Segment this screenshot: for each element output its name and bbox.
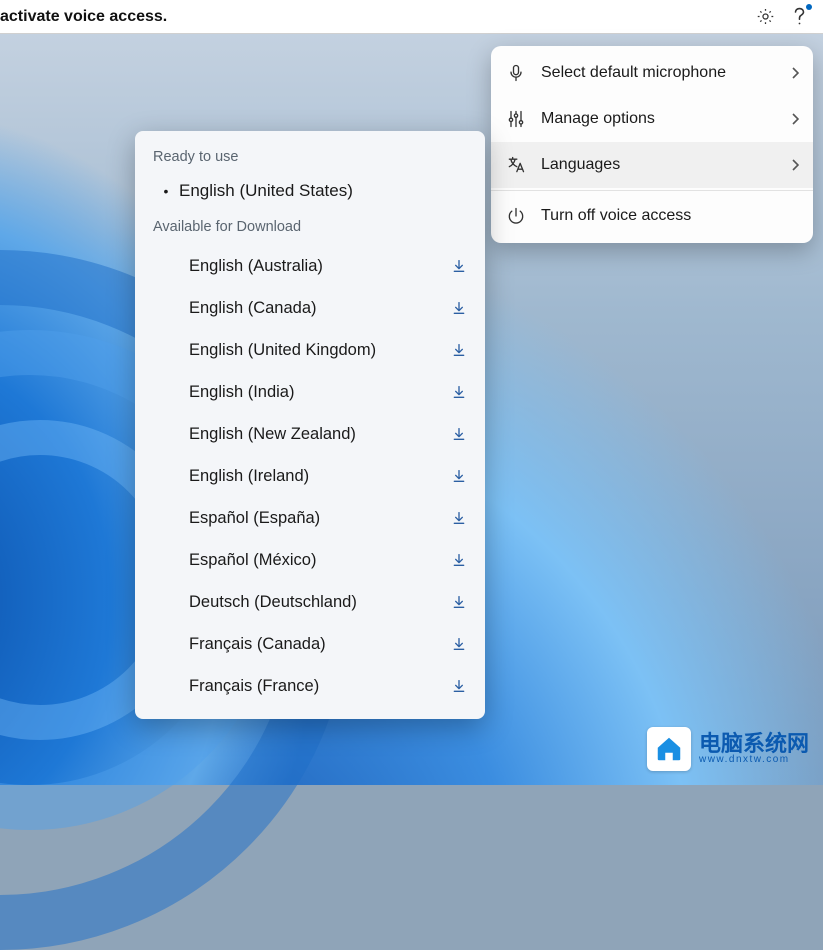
download-icon: [451, 342, 467, 358]
bullet-icon: •: [153, 183, 179, 199]
language-label: English (United Kingdom): [153, 341, 451, 360]
menu-item-label: Manage options: [541, 110, 791, 128]
menu-item-power[interactable]: Turn off voice access: [491, 193, 813, 239]
download-icon: [451, 468, 467, 484]
language-download-item[interactable]: English (Canada): [135, 287, 485, 329]
microphone-icon: [506, 63, 526, 83]
download-icon: [451, 384, 467, 400]
menu-item-mic[interactable]: Select default microphone: [491, 50, 813, 96]
gear-icon: [756, 7, 775, 26]
settings-button[interactable]: [751, 3, 779, 31]
watermark-text-url: www.dnxtw.com: [699, 755, 809, 766]
language-download-item[interactable]: Français (France): [135, 665, 485, 707]
language-download-item[interactable]: English (United Kingdom): [135, 329, 485, 371]
language-download-item[interactable]: Español (España): [135, 497, 485, 539]
language-download-item[interactable]: English (India): [135, 371, 485, 413]
watermark-text-cn: 电脑系统网: [699, 732, 809, 755]
available-for-download-header: Available for Download: [135, 215, 485, 245]
download-icon: [451, 594, 467, 610]
menu-item-sliders[interactable]: Manage options: [491, 96, 813, 142]
download-icon: [451, 678, 467, 694]
chevron-right-icon: [791, 159, 799, 171]
language-label: English (Ireland): [153, 467, 451, 486]
language-label: Français (France): [153, 677, 451, 696]
download-icon: [451, 552, 467, 568]
notification-dot: [806, 4, 812, 10]
language-download-item[interactable]: Español (México): [135, 539, 485, 581]
menu-item-label: Select default microphone: [541, 64, 791, 82]
active-language-label: English (United States): [179, 181, 353, 201]
download-icon: [451, 258, 467, 274]
language-label: Deutsch (Deutschland): [153, 593, 451, 612]
power-icon: [506, 206, 526, 226]
menu-item-label: Turn off voice access: [541, 207, 799, 225]
house-icon: [654, 734, 684, 764]
active-language-item[interactable]: • English (United States): [135, 175, 485, 215]
language-icon: [506, 155, 526, 175]
language-label: Français (Canada): [153, 635, 451, 654]
language-label: English (Canada): [153, 299, 451, 318]
language-download-item[interactable]: English (New Zealand): [135, 413, 485, 455]
language-label: Español (España): [153, 509, 451, 528]
sliders-icon: [506, 109, 526, 129]
menu-item-lang[interactable]: Languages: [491, 142, 813, 188]
menu-separator: [491, 190, 813, 191]
chevron-right-icon: [791, 67, 799, 79]
language-label: English (India): [153, 383, 451, 402]
languages-submenu: Ready to use • English (United States) A…: [135, 131, 485, 719]
language-label: English (Australia): [153, 257, 451, 276]
watermark: 电脑系统网 www.dnxtw.com: [647, 727, 809, 771]
download-icon: [451, 426, 467, 442]
language-download-item[interactable]: English (Ireland): [135, 455, 485, 497]
language-download-item[interactable]: Deutsch (Deutschland): [135, 581, 485, 623]
voice-access-bar: activate voice access.: [0, 0, 823, 34]
download-icon: [451, 636, 467, 652]
chevron-right-icon: [791, 113, 799, 125]
voice-access-title: activate voice access.: [0, 8, 745, 26]
language-label: English (New Zealand): [153, 425, 451, 444]
ready-to-use-header: Ready to use: [135, 145, 485, 175]
settings-menu: Select default microphone Manage options L…: [491, 46, 813, 243]
language-download-item[interactable]: English (Australia): [135, 245, 485, 287]
language-label: Español (México): [153, 551, 451, 570]
help-icon: [792, 7, 807, 27]
menu-item-label: Languages: [541, 156, 791, 174]
help-button[interactable]: [785, 3, 813, 31]
download-icon: [451, 510, 467, 526]
watermark-logo: [647, 727, 691, 771]
download-icon: [451, 300, 467, 316]
language-download-item[interactable]: Français (Canada): [135, 623, 485, 665]
